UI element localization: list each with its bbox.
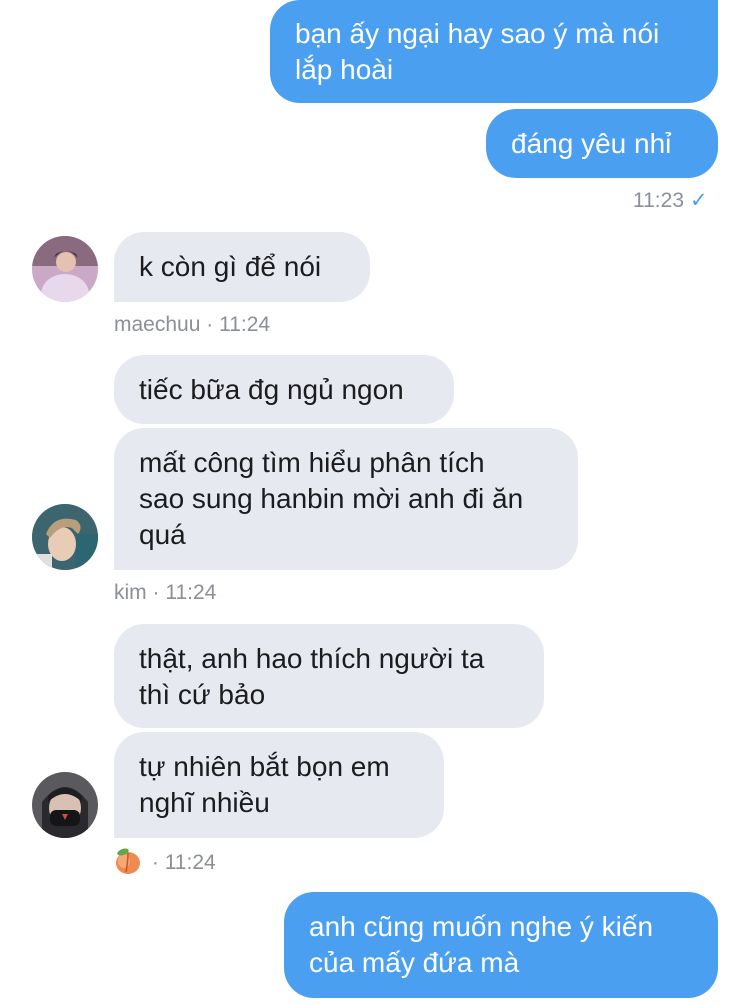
read-check-icon: ✓ <box>690 189 708 212</box>
incoming-message[interactable]: mất công tìm hiểu phân tích sao sung han… <box>114 428 578 570</box>
incoming-message[interactable]: tiếc bữa đg ngủ ngon <box>114 355 454 424</box>
sender-meta: kim · 11:24 <box>114 580 216 606</box>
separator: · <box>206 313 214 336</box>
incoming-message[interactable]: thật, anh hao thích người ta thì cứ bảo <box>114 624 544 728</box>
outgoing-message[interactable]: anh cũng muốn nghe ý kiến của mấy đứa mà <box>284 892 718 998</box>
message-text: mất công tìm hiểu phân tích sao sung han… <box>139 447 524 550</box>
incoming-message[interactable]: k còn gì để nói <box>114 232 370 302</box>
outgoing-message[interactable]: bạn ấy ngại hay sao ý mà nói lắp hoài <box>270 0 718 103</box>
message-time: 11:24 <box>164 851 216 874</box>
outgoing-message[interactable]: đáng yêu nhỉ <box>486 109 718 178</box>
message-text: anh cũng muốn nghe ý kiến của mấy đứa mà <box>309 911 654 978</box>
separator: · <box>152 581 160 604</box>
avatar-image <box>32 236 98 302</box>
message-text: tiếc bữa đg ngủ ngon <box>139 374 404 405</box>
message-time: 11:24 <box>219 313 271 336</box>
message-text: k còn gì để nói <box>139 251 322 282</box>
sender-name[interactable]: kim <box>114 581 147 604</box>
chat-thread[interactable]: bạn ấy ngại hay sao ý mà nói lắp hoài đá… <box>0 0 750 1005</box>
avatar-kim[interactable] <box>32 504 98 570</box>
message-text: đáng yêu nhỉ <box>511 128 672 159</box>
peach-emoji-icon[interactable] <box>114 848 142 881</box>
incoming-message[interactable]: tự nhiên bắt bọn em nghĩ nhiều <box>114 732 444 838</box>
message-text: thật, anh hao thích người ta thì cứ bảo <box>139 643 485 710</box>
sender-meta: maechuu · 11:24 <box>114 312 270 338</box>
message-timestamp: 11:23 ✓ <box>633 188 708 214</box>
avatar-image <box>32 772 98 838</box>
avatar-image <box>32 504 98 570</box>
separator: · <box>151 851 159 874</box>
avatar-maechuu[interactable] <box>32 236 98 302</box>
sender-meta: · 11:24 <box>114 848 216 881</box>
message-text: tự nhiên bắt bọn em nghĩ nhiều <box>139 751 390 818</box>
message-time: 11:24 <box>165 581 217 604</box>
timestamp-text: 11:23 <box>633 189 684 212</box>
avatar-peach-user[interactable] <box>32 772 98 838</box>
message-text: bạn ấy ngại hay sao ý mà nói lắp hoài <box>295 18 660 85</box>
sender-name[interactable]: maechuu <box>114 313 200 336</box>
